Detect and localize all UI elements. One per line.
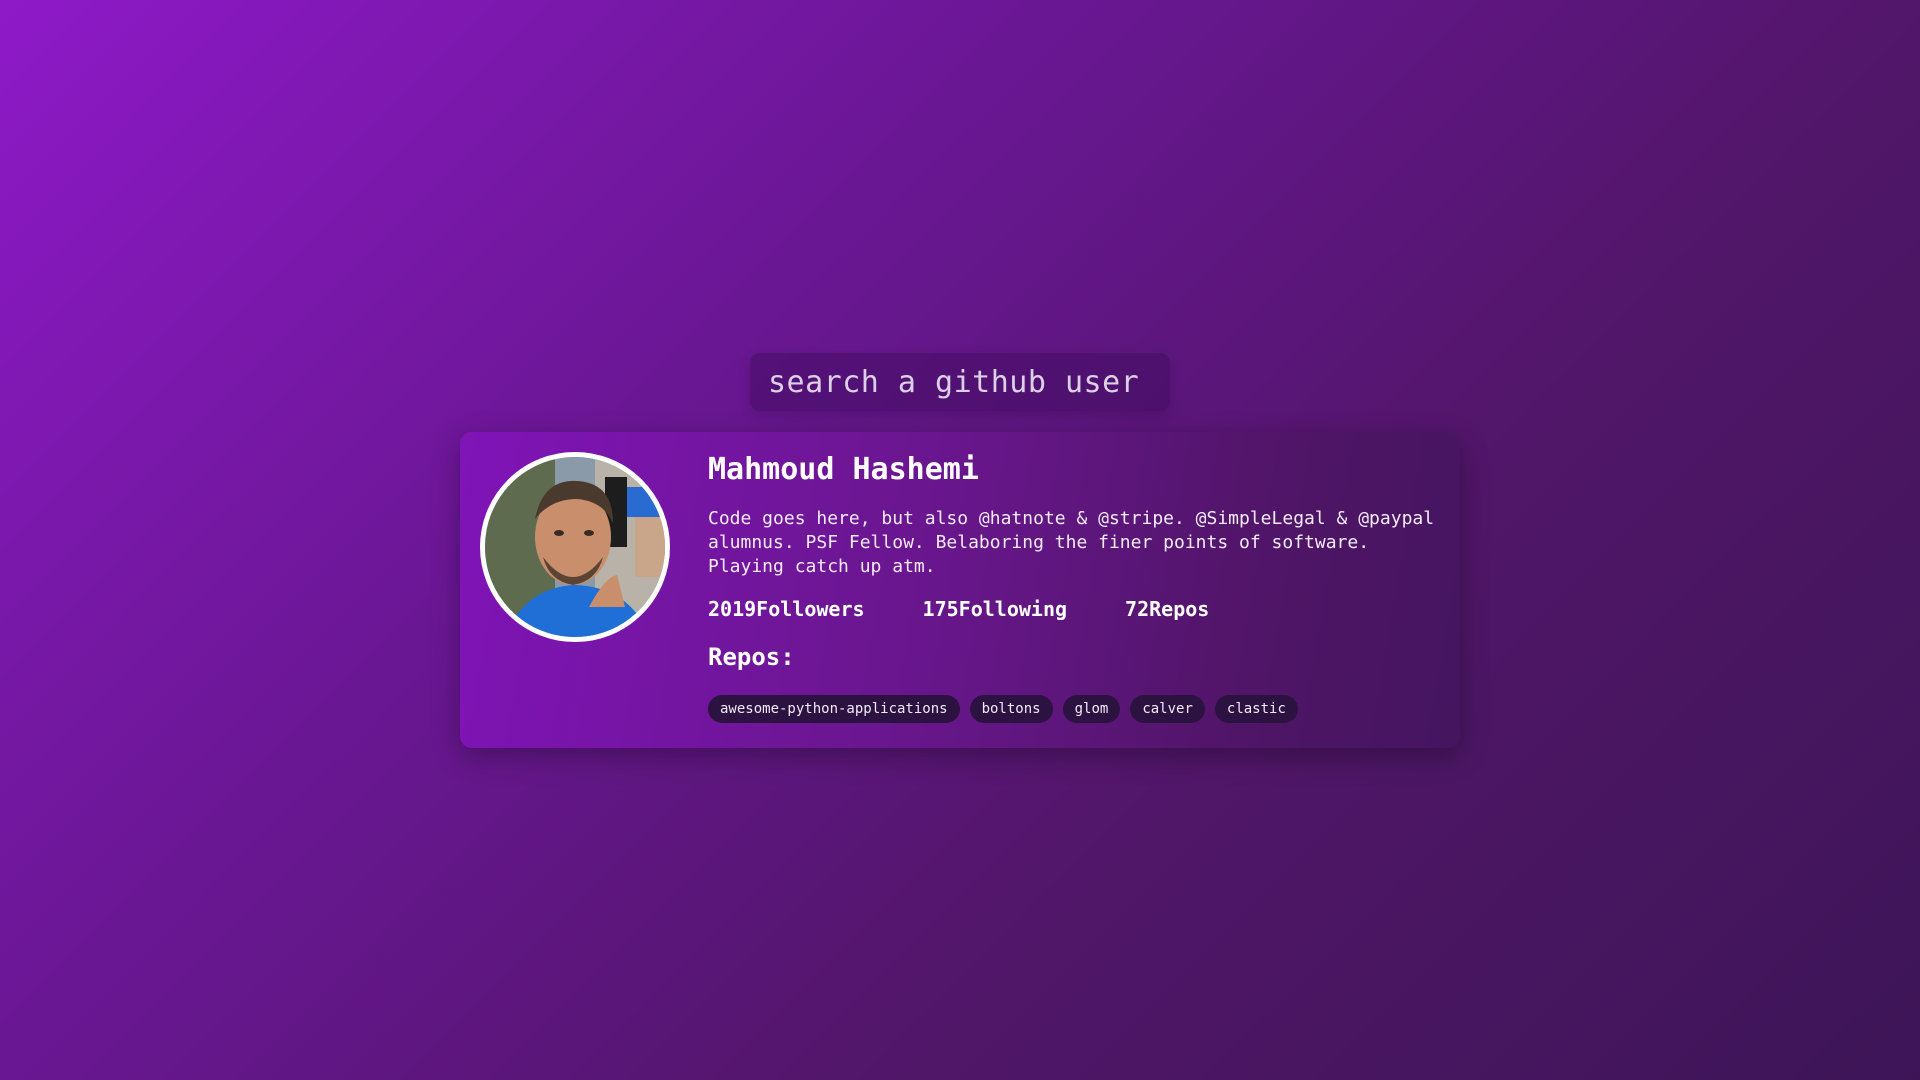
repos-heading: Repos: bbox=[708, 643, 795, 671]
user-card: Mahmoud Hashemi Code goes here, but also… bbox=[460, 432, 1460, 748]
repo-link[interactable]: clastic bbox=[1214, 695, 1298, 723]
repo-list: awesome-python-applications boltons glom… bbox=[708, 695, 1438, 723]
user-stats: 2019Followers 175Following 72Repos bbox=[708, 597, 1438, 621]
repo-link[interactable]: awesome-python-applications bbox=[708, 695, 960, 723]
user-name: Mahmoud Hashemi bbox=[708, 452, 979, 487]
search-bar[interactable] bbox=[750, 353, 1170, 411]
repos-count: 72Repos bbox=[1125, 597, 1210, 621]
repo-link[interactable]: boltons bbox=[969, 695, 1053, 723]
followers-count: 2019Followers bbox=[708, 597, 865, 621]
user-bio: Code goes here, but also @hatnote & @str… bbox=[708, 508, 1435, 577]
avatar bbox=[480, 452, 670, 642]
repo-link[interactable]: glom bbox=[1062, 695, 1121, 723]
search-input[interactable] bbox=[750, 353, 1170, 411]
avatar-image bbox=[485, 457, 665, 637]
repo-link[interactable]: calver bbox=[1130, 695, 1205, 723]
user-info: Mahmoud Hashemi Code goes here, but also… bbox=[708, 450, 1438, 723]
following-count: 175Following bbox=[922, 597, 1068, 621]
